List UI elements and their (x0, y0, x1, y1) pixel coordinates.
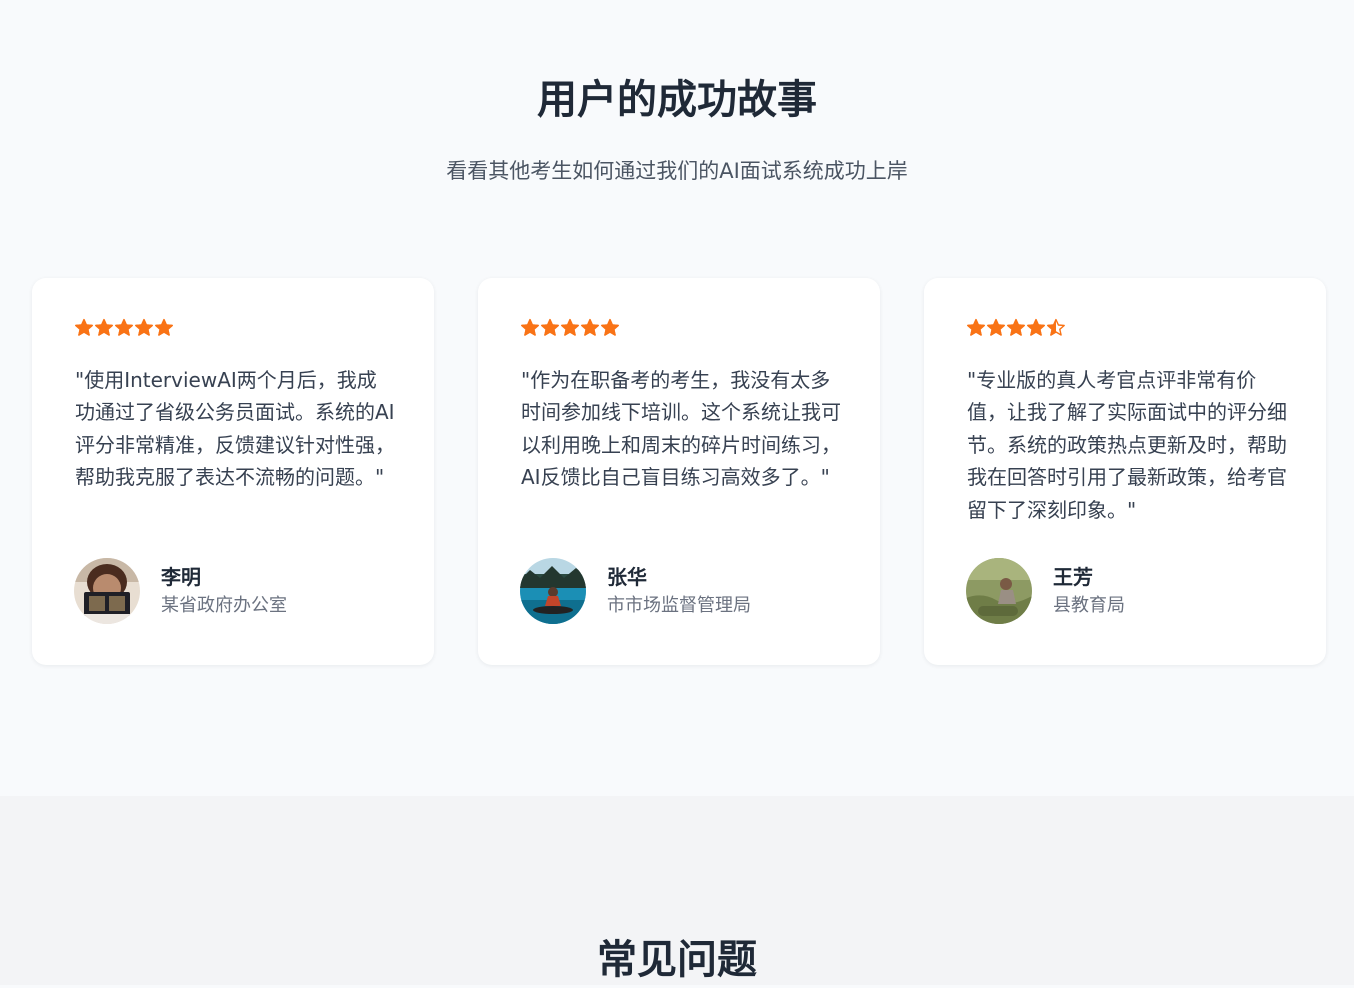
star-icon (95, 318, 113, 336)
testimonial-quote: "作为在职备考的考生，我没有太多时间参加线下培训。这个系统让我可以利用晚上和周末… (521, 368, 841, 490)
star-icon (987, 318, 1005, 336)
testimonial-card-liming: "使用InterviewAI两个月后，我成功通过了省级公务员面试。系统的AI评分… (32, 278, 434, 665)
star-icon (541, 318, 559, 336)
star-half-icon (1047, 318, 1065, 336)
avatar-wangfang (966, 558, 1032, 624)
star-icon (561, 318, 579, 336)
star-icon (155, 318, 173, 336)
star-icon (967, 318, 985, 336)
testimonials-title: 用户的成功故事 (537, 77, 817, 123)
star-icon (75, 318, 93, 336)
star-icon (601, 318, 619, 336)
author-organization: 某省政府办公室 (161, 595, 287, 616)
author-organization: 县教育局 (1053, 595, 1125, 616)
author-name: 张华 (607, 565, 647, 589)
author-name: 李明 (161, 565, 201, 589)
testimonial-quote: "专业版的真人考官点评非常有价值，让我了解了实际面试中的评分细节。系统的政策热点… (967, 368, 1287, 522)
author-name: 王芳 (1053, 565, 1093, 589)
faq-title: 常见问题 (597, 937, 757, 983)
testimonial-quote: "使用InterviewAI两个月后，我成功通过了省级公务员面试。系统的AI评分… (75, 368, 395, 490)
star-icon (115, 318, 133, 336)
author-organization: 市市场监督管理局 (607, 595, 751, 616)
star-icon (1027, 318, 1045, 336)
avatar-liming (74, 558, 140, 624)
star-icon (135, 318, 153, 336)
star-rating (74, 318, 174, 340)
testimonial-card-wangfang: "专业版的真人考官点评非常有价值，让我了解了实际面试中的评分细节。系统的政策热点… (924, 278, 1326, 665)
testimonial-card-zhanghua: "作为在职备考的考生，我没有太多时间参加线下培训。这个系统让我可以利用晚上和周末… (478, 278, 880, 665)
star-icon (581, 318, 599, 336)
avatar-zhanghua (520, 558, 586, 624)
star-rating (966, 318, 1066, 340)
testimonials-subtitle: 看看其他考生如何通过我们的AI面试系统成功上岸 (446, 159, 908, 183)
star-rating (520, 318, 620, 340)
testimonials-section: 用户的成功故事 看看其他考生如何通过我们的AI面试系统成功上岸 "使用Inter… (0, 0, 1354, 796)
star-icon (521, 318, 539, 336)
star-icon (1007, 318, 1025, 336)
